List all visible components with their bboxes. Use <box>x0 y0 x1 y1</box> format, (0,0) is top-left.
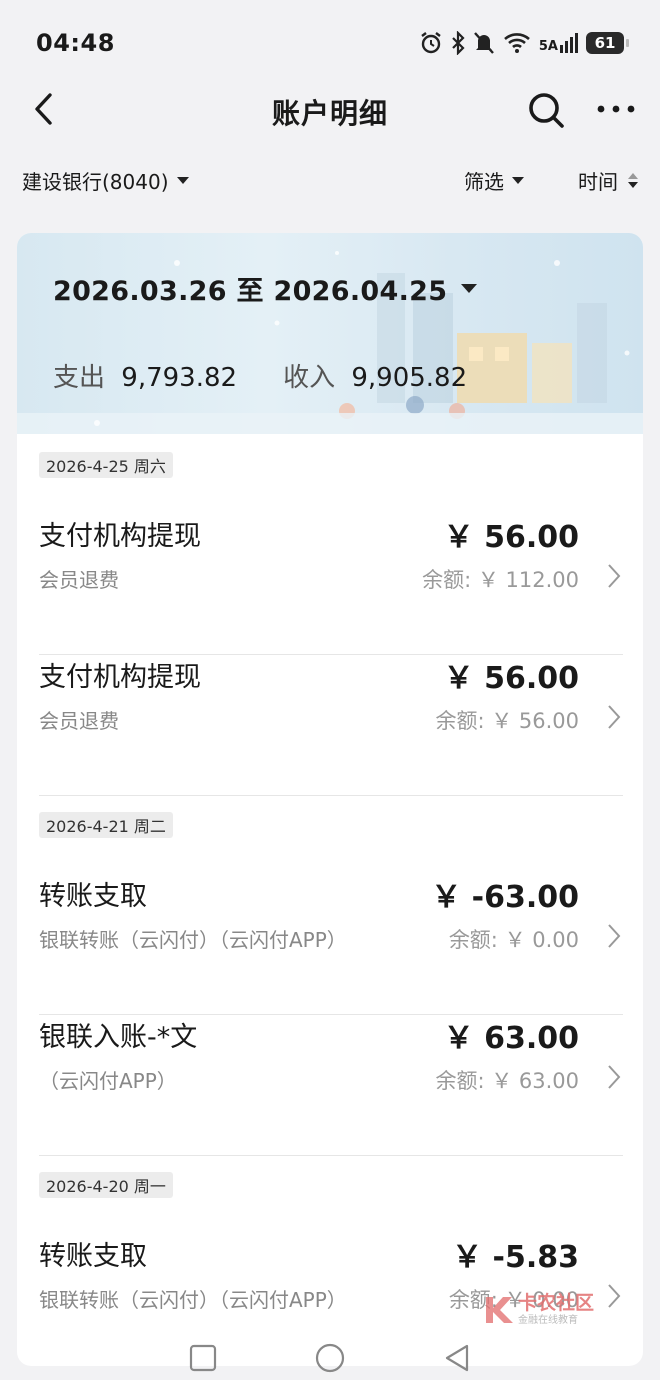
back-icon[interactable] <box>442 1343 472 1373</box>
transaction-balance: 余额: ￥ 63.00 <box>435 1069 579 1093</box>
account-label: 建设银行(8040) <box>22 170 169 194</box>
battery-icon: 61 <box>586 32 629 54</box>
signal-type-label: 5A <box>538 39 558 54</box>
chevron-down-icon <box>176 177 189 184</box>
wifi-icon <box>504 33 530 53</box>
bluetooth-icon <box>452 31 465 55</box>
transaction-title: 支付机构提现 <box>39 662 201 693</box>
mute-icon <box>473 32 494 54</box>
divider <box>39 795 623 796</box>
chevron-right-icon <box>608 564 621 588</box>
transaction-amount: ￥ 56.00 <box>443 520 579 555</box>
date-range-selector[interactable]: 2026.03.26 至 2026.04.25 <box>53 269 478 308</box>
watermark-text: 卡农社区 <box>518 1292 595 1314</box>
recent-apps-icon[interactable] <box>188 1343 218 1373</box>
sort-time-button[interactable]: 时间 <box>578 166 638 195</box>
transaction-desc: （云闪付APP） <box>39 1069 177 1093</box>
home-icon[interactable] <box>314 1342 346 1374</box>
banner-illustration <box>17 251 643 434</box>
alarm-icon <box>421 32 441 54</box>
transaction-title: 银联入账-*文 <box>39 1022 198 1053</box>
transaction-row[interactable]: 支付机构提现 会员退费 ￥ 56.00 余额: ￥ 56.00 <box>39 655 623 796</box>
transaction-amount: ￥ 63.00 <box>443 1021 579 1056</box>
date-header: 2026-4-25 周六 <box>39 452 173 478</box>
sort-icon <box>628 173 638 188</box>
date-header: 2026-4-21 周二 <box>39 812 173 838</box>
transaction-balance: 余额: ￥ 0.00 <box>448 928 579 952</box>
filter-row: 建设银行(8040) 筛选 时间 <box>0 160 660 200</box>
transaction-amount: ￥ 56.00 <box>443 661 579 696</box>
transaction-row[interactable]: 银联入账-*文 （云闪付APP） ￥ 63.00 余额: ￥ 63.00 <box>39 1015 623 1156</box>
chevron-down-icon <box>512 177 524 184</box>
transaction-desc: 银联转账（云闪付）（云闪付APP） <box>39 928 347 952</box>
transaction-title: 转账支取 <box>39 881 147 912</box>
account-selector[interactable]: 建设银行(8040) <box>22 166 189 195</box>
status-bar: 04:48 5A 61 <box>0 0 660 86</box>
transaction-desc: 银联转账（云闪付）（云闪付APP） <box>39 1288 347 1312</box>
cell-signal-icon: 5A <box>539 33 578 53</box>
income-value: 9,905.82 <box>351 363 468 393</box>
expense-stat: 支出 9,793.82 <box>53 357 237 394</box>
transaction-balance: 余额: ￥ 56.00 <box>435 709 579 733</box>
kanong-logo-icon <box>486 1297 513 1323</box>
date-header: 2026-4-20 周一 <box>39 1172 173 1198</box>
status-time: 04:48 <box>36 29 115 57</box>
income-label: 收入 <box>283 363 336 393</box>
watermark-logo: 卡农社区 金融在线教育 <box>480 1290 620 1330</box>
navbar: 账户明细 <box>0 86 660 132</box>
chevron-right-icon <box>608 924 621 948</box>
statement-card: 2026.03.26 至 2026.04.25 支出 9,793.82 收入 9… <box>17 233 643 1366</box>
chevron-right-icon <box>608 705 621 729</box>
filter-label: 筛选 <box>464 170 504 194</box>
expense-value: 9,793.82 <box>121 363 238 393</box>
transaction-amount: ￥ -5.83 <box>452 1240 579 1275</box>
transaction-title: 转账支取 <box>39 1241 147 1272</box>
transaction-desc: 会员退费 <box>39 568 119 592</box>
divider <box>39 1155 623 1156</box>
system-nav-bar <box>0 1336 660 1380</box>
status-icons: 5A 61 <box>419 31 629 55</box>
expense-label: 支出 <box>53 363 106 393</box>
date-range-text: 2026.03.26 至 2026.04.25 <box>53 276 448 307</box>
transaction-title: 支付机构提现 <box>39 521 201 552</box>
chevron-right-icon <box>608 1065 621 1089</box>
income-stat: 收入 9,905.82 <box>283 357 467 394</box>
transaction-row[interactable]: 支付机构提现 会员退费 ￥ 56.00 余额: ￥ 112.00 <box>39 514 623 655</box>
summary-stats: 支出 9,793.82 收入 9,905.82 <box>53 357 467 394</box>
watermark-subtext: 金融在线教育 <box>518 1315 578 1326</box>
transaction-desc: 会员退费 <box>39 709 119 733</box>
transaction-row[interactable]: 转账支取 银联转账（云闪付）（云闪付APP） ￥ -63.00 余额: ￥ 0.… <box>39 874 623 1015</box>
chevron-down-icon <box>461 284 478 293</box>
filter-button[interactable]: 筛选 <box>464 166 524 195</box>
search-icon[interactable] <box>526 90 566 130</box>
summary-banner: 2026.03.26 至 2026.04.25 支出 9,793.82 收入 9… <box>17 233 643 434</box>
transaction-balance: 余额: ￥ 112.00 <box>422 568 579 592</box>
transaction-amount: ￥ -63.00 <box>431 880 579 915</box>
more-icon[interactable] <box>594 94 638 124</box>
sort-label: 时间 <box>578 170 618 194</box>
